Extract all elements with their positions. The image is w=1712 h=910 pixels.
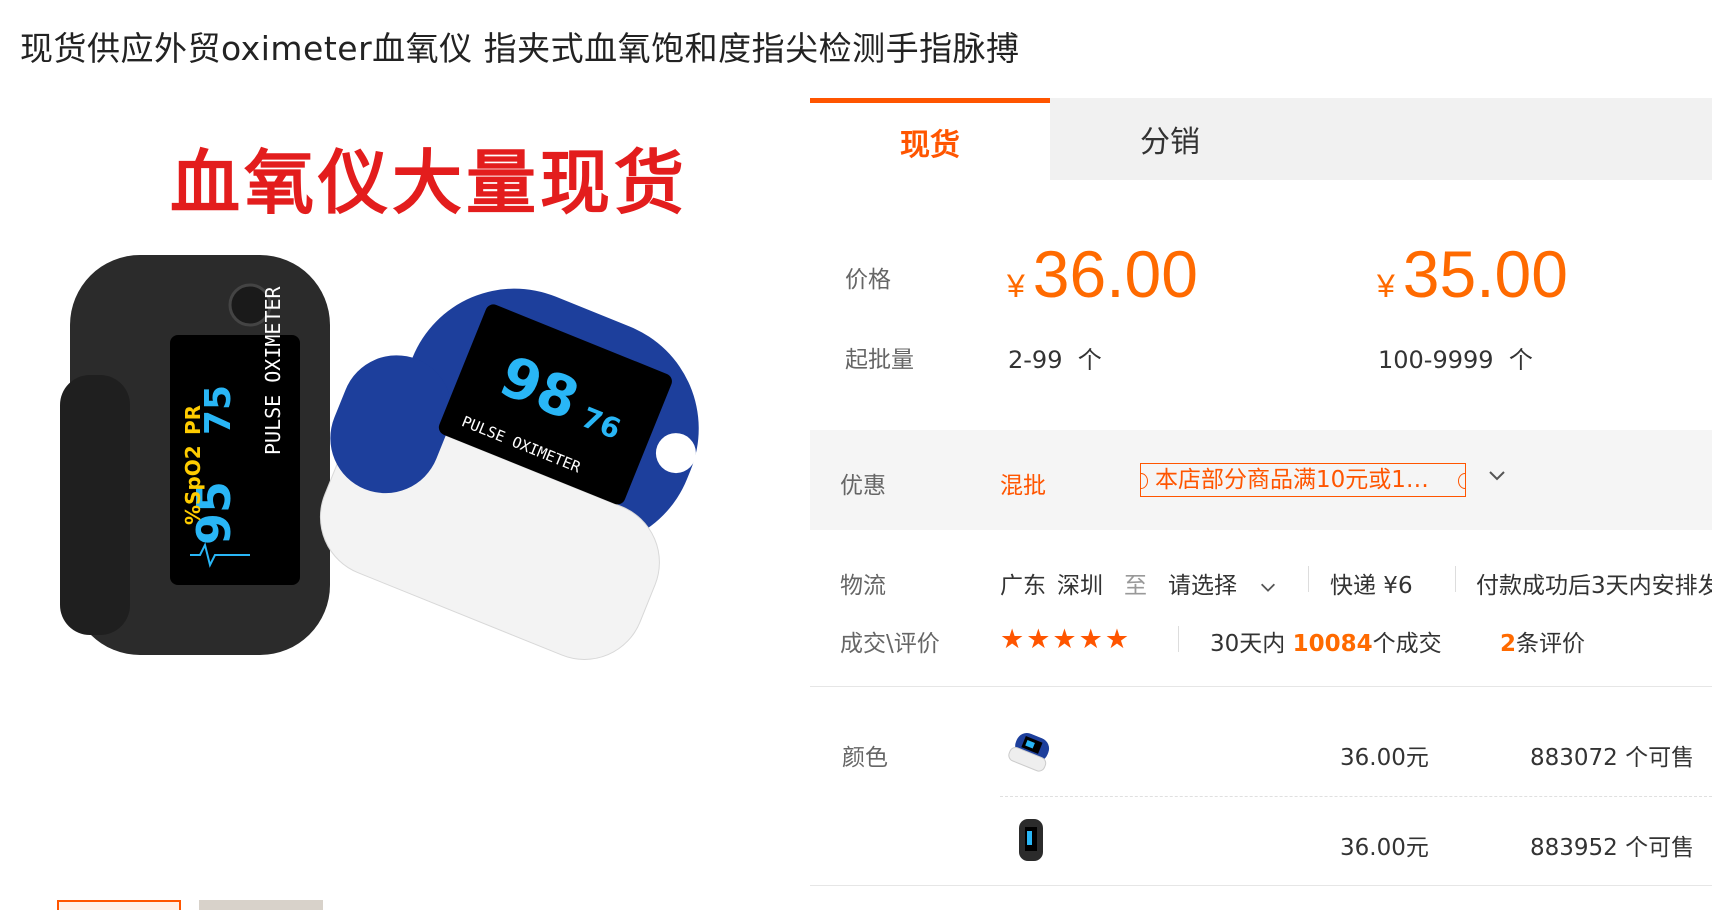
sku-stock: 883952 个可售 xyxy=(1530,828,1694,862)
deals-count-value: 10084 xyxy=(1292,631,1373,657)
price-tier-1: ¥36.00 xyxy=(1007,236,1198,312)
tab-distribution[interactable]: 分销 xyxy=(1050,98,1290,180)
reviews-suffix: 条评价 xyxy=(1516,631,1586,657)
deals-count-suffix: 个成交 xyxy=(1372,631,1442,657)
origin-province: 广东 xyxy=(1000,573,1046,599)
origin-city: 深圳 xyxy=(1057,573,1103,599)
section-divider xyxy=(810,686,1712,687)
product-title: 现货供应外贸oximeter血氧仪 指夹式血氧饱和度指尖检测手指脉搏 xyxy=(20,29,1020,68)
store-coupon[interactable]: 本店部分商品满10元或1… xyxy=(1140,463,1466,497)
svg-text:%SpO2: %SpO2 xyxy=(181,445,205,525)
svg-text:PR: PR xyxy=(181,405,205,435)
stock-value: 883072 xyxy=(1530,745,1618,771)
mixed-batch-label: 混批 xyxy=(1000,473,1046,499)
thumbnail-1[interactable] xyxy=(57,900,181,910)
promo-banner-text: 血氧仪大量现货 xyxy=(170,142,688,224)
qty-unit: 个 xyxy=(1077,346,1102,374)
stock-value: 883952 xyxy=(1530,835,1618,861)
min-qty-label: 起批量 xyxy=(845,347,914,373)
black-oximeter-image: PULSE OXIMETER 95 75 %SpO2 PR xyxy=(60,255,330,655)
shipping-fee: 快递 ¥6 xyxy=(1330,573,1413,599)
qty-range: 2-99 xyxy=(1008,346,1063,374)
price-value: 35.00 xyxy=(1402,237,1568,311)
logistics-label: 物流 xyxy=(840,573,886,599)
sku-price: 36.00元 xyxy=(1340,835,1429,861)
sku-thumb-blue[interactable] xyxy=(1006,725,1056,775)
reviews-link[interactable]: 2条评价 xyxy=(1500,624,1585,658)
stock-suffix: 个可售 xyxy=(1625,835,1695,861)
delivery-time: 付款成功后3天内安排发货 xyxy=(1476,573,1712,599)
price-label: 价格 xyxy=(845,267,891,293)
tab-in-stock[interactable]: 现货 xyxy=(810,98,1050,180)
deals-period: 30天内 xyxy=(1210,631,1286,657)
section-divider xyxy=(810,885,1712,886)
divider xyxy=(1308,566,1309,592)
discount-label: 优惠 xyxy=(840,473,886,499)
discount-row: 优惠 混批 本店部分商品满10元或1… xyxy=(810,430,1712,530)
price-tier-2: ¥35.00 xyxy=(1377,236,1568,312)
reviews-count: 2 xyxy=(1500,631,1517,657)
deals-label: 成交\评价 xyxy=(840,631,940,657)
destination-value: 请选择 xyxy=(1168,573,1237,599)
qty-range-tier-1: 2-99 个 xyxy=(1008,340,1102,375)
deals-count: 30天内 10084个成交 xyxy=(1210,624,1442,658)
qty-unit: 个 xyxy=(1508,346,1533,374)
qty-range: 100-9999 xyxy=(1378,346,1494,374)
to-label: 至 xyxy=(1124,573,1147,599)
main-product-image[interactable]: 血氧仪大量现货 PULSE OXIMETER 95 75 %SpO2 PR 98… xyxy=(50,105,780,795)
blue-oximeter-image: 98 76 PULSE OXIMETER xyxy=(319,288,699,660)
thumbnail-2[interactable] xyxy=(199,900,323,910)
currency-symbol: ¥ xyxy=(1007,268,1025,304)
chevron-down-icon xyxy=(1261,583,1276,592)
chevron-down-icon[interactable] xyxy=(1486,464,1508,486)
oximeter-product-illustration: PULSE OXIMETER 95 75 %SpO2 PR 98 76 PULS… xyxy=(60,255,699,660)
star-rating: ★★★★★ xyxy=(1000,624,1132,655)
qty-range-tier-2: 100-9999 个 xyxy=(1378,340,1533,375)
destination-select[interactable]: 请选择 xyxy=(1168,566,1278,600)
divider xyxy=(1455,566,1456,592)
sku-price: 36.00元 xyxy=(1340,745,1429,771)
sku-stock: 883072 个可售 xyxy=(1530,738,1694,772)
purchase-type-tabs: 现货 分销 xyxy=(810,98,1712,180)
rating-stars: ★★★★★ xyxy=(1000,624,1131,655)
divider xyxy=(1178,626,1179,652)
price-value: 36.00 xyxy=(1032,237,1198,311)
color-label: 颜色 xyxy=(842,745,888,771)
sku-thumb-black[interactable] xyxy=(1006,815,1056,865)
currency-symbol: ¥ xyxy=(1377,268,1395,304)
svg-text:PULSE OXIMETER: PULSE OXIMETER xyxy=(261,285,285,455)
row-divider xyxy=(1000,796,1712,797)
stock-suffix: 个可售 xyxy=(1625,745,1695,771)
